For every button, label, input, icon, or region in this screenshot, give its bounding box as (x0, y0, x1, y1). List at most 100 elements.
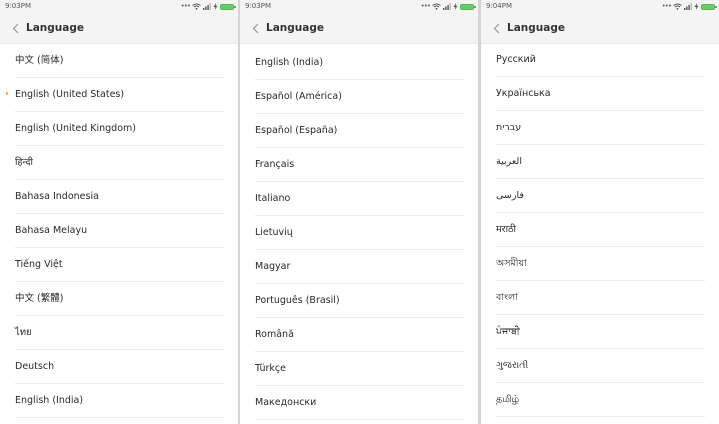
language-item[interactable]: ਪੰਜਾਬੀ (481, 315, 719, 349)
selected-chevron-icon: › (5, 89, 9, 99)
screen-3: 9:04PM ••• Language Русский Українська ע… (481, 0, 719, 424)
status-bar: 9:03PM ••• (0, 0, 238, 13)
language-label: English (India) (15, 395, 84, 406)
language-label: Italiano (255, 193, 291, 204)
language-item[interactable]: Bahasa Melayu (0, 214, 238, 248)
battery-icon (220, 3, 236, 10)
language-label: தமிழ் (496, 394, 520, 405)
language-item[interactable]: Bahasa Indonesia (0, 180, 238, 214)
more-dots-icon: ••• (180, 2, 191, 10)
language-label: Deutsch (15, 361, 55, 372)
screen-2: 9:03PM ••• Language English (India) Espa… (240, 0, 478, 424)
language-label: मराठी (496, 224, 517, 235)
language-item[interactable]: বাংলা (481, 281, 719, 315)
language-list: English (India) Español (América) Españo… (240, 46, 478, 420)
language-label: العربية (496, 156, 522, 167)
language-label: Español (América) (255, 91, 342, 102)
language-item[interactable]: English (India) (240, 46, 478, 80)
charging-icon (453, 3, 458, 10)
language-item[interactable]: Tiếng Việt (0, 248, 238, 282)
wifi-icon (673, 3, 682, 10)
back-arrow-icon[interactable] (249, 22, 261, 34)
signal-icon (443, 3, 451, 10)
language-item[interactable]: Deutsch (0, 350, 238, 384)
battery-icon (460, 3, 476, 10)
page-title: Language (26, 22, 84, 34)
language-item[interactable]: Français (240, 148, 478, 182)
language-item[interactable]: मराठी (481, 213, 719, 247)
language-label: 中文 (繁體) (15, 293, 64, 304)
language-label: বাংলা (496, 292, 518, 303)
language-item[interactable]: Русский (481, 43, 719, 77)
language-label: ਪੰਜਾਬੀ (496, 326, 520, 337)
battery-icon (701, 3, 717, 10)
language-label: ไทย (15, 327, 32, 338)
language-label: Bahasa Melayu (15, 225, 88, 236)
status-bar: 9:04PM ••• (481, 0, 719, 13)
language-label: हिन्दी (15, 157, 33, 168)
language-label: עברית (496, 122, 522, 133)
status-icons: ••• (420, 0, 476, 13)
signal-icon (684, 3, 692, 10)
language-item[interactable]: English (United Kingdom) (0, 112, 238, 146)
language-label: Español (España) (255, 125, 338, 136)
language-label: Bahasa Indonesia (15, 191, 99, 202)
language-item[interactable]: Türkçe (240, 352, 478, 386)
language-label: Română (255, 329, 294, 340)
language-item[interactable]: Español (América) (240, 80, 478, 114)
language-label: ગુજરાતી (496, 360, 529, 371)
language-item[interactable]: ไทย (0, 316, 238, 350)
language-label: Français (255, 159, 295, 170)
language-item[interactable]: Español (España) (240, 114, 478, 148)
language-list: 中文 (简体) › English (United States) English… (0, 44, 238, 418)
language-item[interactable]: हिन्दी (0, 146, 238, 180)
back-arrow-icon[interactable] (9, 22, 21, 34)
language-label: Українська (496, 88, 551, 99)
language-item[interactable]: Română (240, 318, 478, 352)
more-dots-icon: ••• (661, 2, 672, 10)
language-item[interactable]: 中文 (繁體) (0, 282, 238, 316)
wifi-icon (192, 3, 201, 10)
language-label: Македонски (255, 397, 317, 408)
back-arrow-icon[interactable] (490, 22, 502, 34)
language-list: Русский Українська עברית العربية فارسی म… (481, 43, 719, 417)
language-item[interactable]: Magyar (240, 250, 478, 284)
app-header: Language (240, 13, 478, 44)
language-label: Русский (496, 54, 536, 65)
status-icons: ••• (661, 0, 717, 13)
language-item[interactable]: العربية (481, 145, 719, 179)
language-item[interactable]: English (India) (0, 384, 238, 418)
charging-icon (213, 3, 218, 10)
language-label: English (United States) (15, 89, 125, 100)
status-time: 9:03PM (5, 2, 31, 10)
charging-icon (694, 3, 699, 10)
language-label: Tiếng Việt (15, 259, 63, 270)
status-icons: ••• (180, 0, 236, 13)
language-item[interactable]: Italiano (240, 182, 478, 216)
status-time: 9:03PM (245, 2, 271, 10)
language-item[interactable]: فارسی (481, 179, 719, 213)
language-label: 中文 (简体) (15, 55, 64, 66)
screen-1: 9:03PM ••• Language 中文 (简体) › English (Un… (0, 0, 238, 424)
page-title: Language (266, 22, 324, 34)
app-header: Language (0, 13, 238, 44)
language-item-selected[interactable]: › English (United States) (0, 78, 238, 112)
signal-icon (203, 3, 211, 10)
language-item[interactable]: Українська (481, 77, 719, 111)
language-label: Português (Brasil) (255, 295, 340, 306)
language-item[interactable]: Македонски (240, 386, 478, 420)
language-item[interactable]: עברית (481, 111, 719, 145)
language-label: فارسی (496, 190, 524, 201)
more-dots-icon: ••• (420, 2, 431, 10)
language-item[interactable]: Lietuvių (240, 216, 478, 250)
status-time: 9:04PM (486, 2, 512, 10)
language-label: English (United Kingdom) (15, 123, 136, 134)
status-bar: 9:03PM ••• (240, 0, 478, 13)
language-item[interactable]: தமிழ் (481, 383, 719, 417)
language-label: অসমীয়া (496, 258, 527, 269)
language-item[interactable]: অসমীয়া (481, 247, 719, 281)
language-item[interactable]: 中文 (简体) (0, 44, 238, 78)
language-item[interactable]: ગુજરાતી (481, 349, 719, 383)
wifi-icon (432, 3, 441, 10)
language-item[interactable]: Português (Brasil) (240, 284, 478, 318)
